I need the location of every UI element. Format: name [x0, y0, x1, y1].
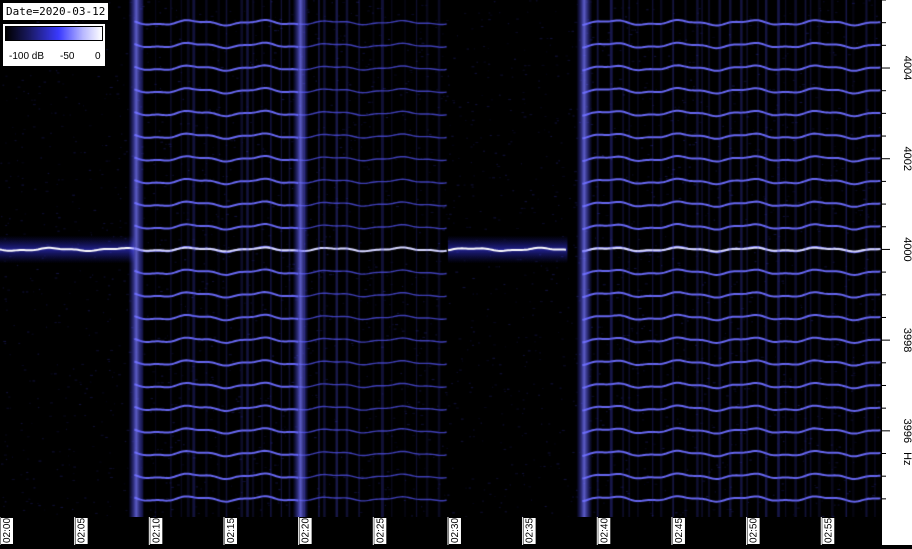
time-tick-label: 02:40	[599, 518, 610, 543]
time-tick-label: 02:15	[226, 518, 237, 543]
colorbar-tick-min: -100 dB	[9, 51, 45, 62]
colorbar-tick-max: 0	[95, 51, 101, 62]
spectrogram-canvas	[0, 0, 881, 517]
frequency-axis-panel: 3996 3998 4000 4002 4004 Hz	[881, 0, 912, 545]
time-axis: 02:00 02:05 02:10 02:15 02:20 02:25 02:30 02:35…	[0, 517, 835, 545]
frequency-tick-label: 3996	[901, 419, 912, 443]
time-tick-label: 02:50	[749, 518, 760, 543]
time-tick-label: 02:00	[2, 518, 13, 543]
time-tick-label: 02:05	[77, 518, 88, 543]
frequency-tick-label: 4004	[901, 56, 912, 80]
frequency-tick-label: 3998	[901, 328, 912, 352]
time-tick-label: 02:20	[301, 518, 312, 543]
spectrogram-view: Date=2020-03-12 -100 dB -50 0 3996 3998 40…	[0, 0, 912, 545]
frequency-tick-label: 4002	[901, 146, 912, 170]
colorbar-legend: -100 dB -50 0	[2, 23, 106, 67]
date-label: Date=2020-03-12	[2, 2, 110, 21]
frequency-axis: 3996 3998 4000 4002 4004 Hz	[882, 0, 912, 500]
time-axis-panel: 02:00 02:05 02:10 02:15 02:20 02:25 02:30 02:35…	[0, 517, 881, 545]
frequency-tick-label: 4000	[901, 237, 912, 261]
time-tick-label: 02:10	[151, 518, 162, 543]
colorbar-tick-mid: -50	[60, 51, 75, 62]
time-tick-label: 02:35	[525, 518, 536, 543]
time-tick-label: 02:55	[823, 518, 834, 543]
frequency-unit-label: Hz	[901, 452, 912, 465]
time-tick-label: 02:25	[375, 518, 386, 543]
time-tick-label: 02:30	[450, 518, 461, 543]
time-tick-label: 02:45	[674, 518, 685, 543]
colorbar-gradient	[5, 26, 103, 41]
